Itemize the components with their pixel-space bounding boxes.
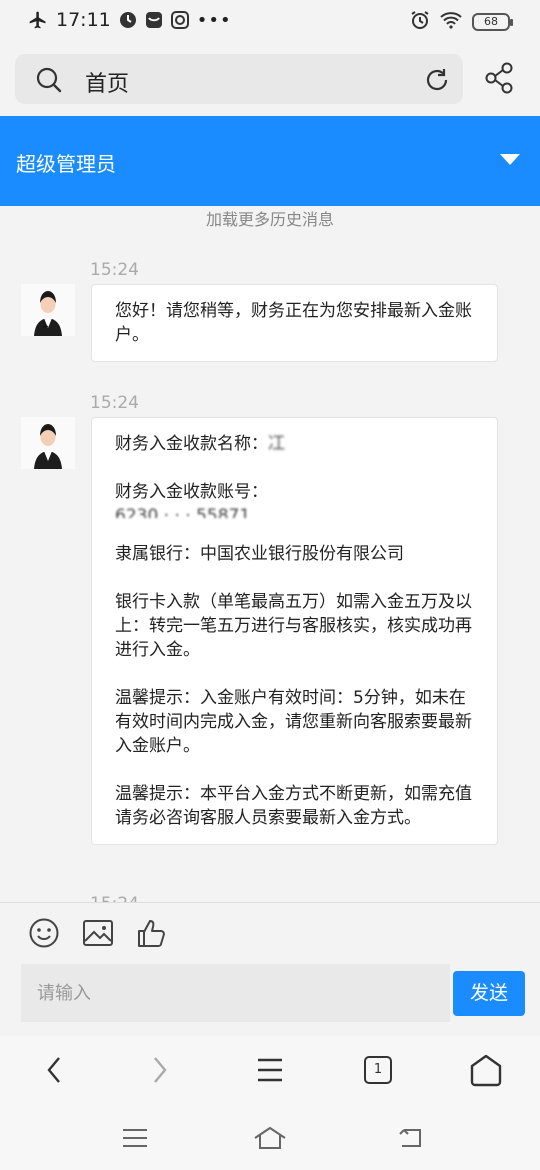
- more-dots-icon: •••: [196, 9, 232, 31]
- menu-icon[interactable]: [255, 1052, 285, 1092]
- airplane-icon: [28, 10, 48, 30]
- browser-nav-bar: 1: [0, 1036, 540, 1108]
- status-left: 17:11 •••: [28, 9, 232, 31]
- reminder-note: 温馨提示：本平台入金方式不断更新，如需充值请务必咨询客服人员索要最新入金方式。: [115, 784, 472, 828]
- status-bar: 17:11 ••• 68: [0, 0, 540, 42]
- browser-address-bar: 首页: [0, 42, 540, 116]
- recents-icon[interactable]: [120, 1124, 150, 1156]
- message-text: 您好！请您稍等，财务正在为您安排最新入金账户。: [115, 301, 472, 345]
- message-bubble: 您好！请您稍等，财务正在为您安排最新入金账户。: [91, 284, 498, 362]
- bank-line: 隶属银行：中国农业银行股份有限公司: [115, 544, 404, 564]
- message-bubble: 财务入金收款名称：冮 财务入金收款账号： 6230 · · · 55871 隶属…: [91, 417, 498, 845]
- status-right: 68: [410, 10, 513, 34]
- chevron-down-icon[interactable]: [500, 154, 520, 165]
- image-icon[interactable]: [82, 917, 114, 953]
- wifi-icon: [440, 11, 462, 33]
- alarm-icon: [410, 10, 430, 34]
- system-nav-bar: [0, 1108, 540, 1170]
- message-time: 15:24: [90, 260, 139, 280]
- agent-name: 超级管理员: [16, 152, 116, 176]
- tabs-button[interactable]: 1: [364, 1056, 392, 1084]
- account-label: 财务入金收款账号：: [115, 482, 268, 502]
- load-more-link[interactable]: 加载更多历史消息: [0, 206, 540, 230]
- message-time: 15:24: [90, 393, 139, 413]
- message-app-icon: [145, 11, 163, 29]
- emoji-icon[interactable]: [28, 917, 60, 953]
- send-button[interactable]: 发送: [453, 971, 525, 1016]
- notification-icon: [119, 11, 137, 29]
- input-bar: 发送: [0, 902, 540, 1036]
- refresh-icon[interactable]: [423, 66, 451, 98]
- thumbs-up-icon[interactable]: [136, 917, 168, 953]
- payee-name-value: 冮: [268, 434, 286, 454]
- address-field[interactable]: 首页: [15, 54, 463, 104]
- message-input[interactable]: [21, 964, 450, 1022]
- account-number: 6230 · · · 55871: [115, 506, 251, 518]
- message-time: 15:24: [90, 894, 139, 902]
- avatar: [21, 284, 75, 336]
- chat-header: 超级管理员: [0, 116, 540, 206]
- payee-name-line: 财务入金收款名称：冮: [115, 432, 475, 456]
- home-icon[interactable]: [468, 1052, 504, 1092]
- app-icon: [170, 11, 189, 29]
- system-back-icon[interactable]: [396, 1124, 426, 1156]
- back-icon[interactable]: [42, 1052, 66, 1092]
- page-title: 首页: [85, 72, 130, 97]
- share-icon[interactable]: [484, 62, 514, 98]
- status-time: 17:11: [56, 9, 111, 31]
- forward-icon[interactable]: [148, 1052, 172, 1092]
- system-home-icon[interactable]: [252, 1124, 288, 1156]
- battery-indicator: 68: [472, 13, 513, 31]
- payee-name-label: 财务入金收款名称：: [115, 434, 268, 454]
- avatar: [21, 417, 75, 469]
- chat-area[interactable]: 加载更多历史消息 15:24 您好！请您稍等，财务正在为您安排最新入金账户。 1…: [0, 206, 540, 902]
- reminder-note: 温馨提示：入金账户有效时间：5分钟，如未在有效时间内完成入金，请您重新向客服索要…: [115, 688, 472, 756]
- deposit-note: 银行卡入款（单笔最高五万）如需入金五万及以上：转完一笔五万进行与客服核实，核实成…: [115, 592, 472, 660]
- search-icon: [35, 66, 63, 98]
